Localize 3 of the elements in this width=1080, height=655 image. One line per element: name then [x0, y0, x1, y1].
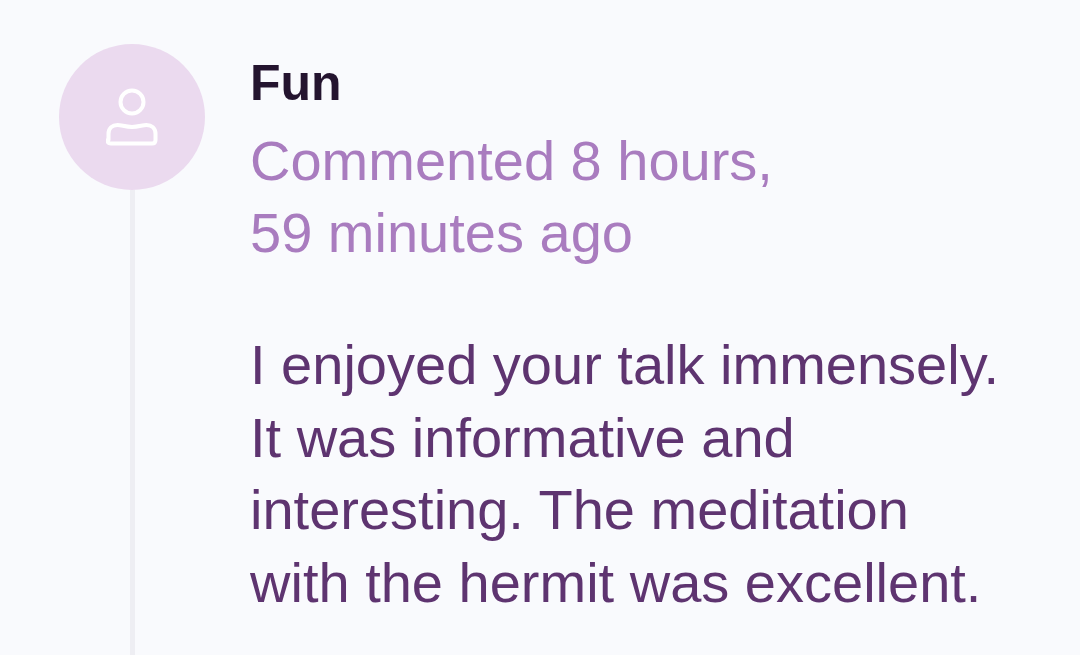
author-name: Fun	[250, 54, 342, 113]
comment-time: Commented 8 hours, 59 minutes ago	[250, 128, 774, 266]
comment-text: I enjoyed your talk immensely. It was informative and interesting. The meditation with the hermit was excellent.	[250, 332, 1001, 616]
